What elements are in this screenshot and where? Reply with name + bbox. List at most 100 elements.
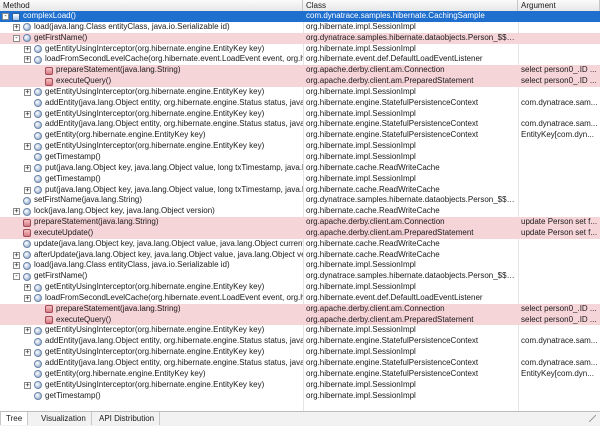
tree-row[interactable]: + loadFromSecondLevelCache(org.hibernate.… [0, 293, 600, 304]
argument-cell [521, 44, 599, 55]
tree-row[interactable]: prepareStatement(java.lang.String) org.ap… [0, 217, 600, 228]
column-header-class[interactable]: Class [303, 0, 518, 11]
tree-row[interactable]: prepareStatement(java.lang.String) org.ap… [0, 303, 600, 315]
tree-row[interactable]: + getEntityUsingInterceptor(org.hibernate… [0, 282, 600, 293]
expand-toggle-icon[interactable]: + [13, 262, 20, 270]
tree-row[interactable]: + getEntityUsingInterceptor(org.hibernate… [0, 44, 600, 55]
tree-row[interactable]: addEntity(java.lang.Object entity, org.h… [0, 98, 600, 109]
tree-row[interactable]: executeQuery() org.apache.derby.client.am… [0, 76, 600, 87]
tab-api-distribution[interactable]: API Distribution [94, 412, 161, 425]
tree-row[interactable]: + put(java.lang.Object key, java.lang.Obj… [0, 163, 600, 174]
column-header-argument[interactable]: Argument [518, 0, 600, 11]
tree-row[interactable]: + getEntityUsingInterceptor(org.hibernate… [0, 380, 600, 391]
expand-toggle-icon[interactable]: + [13, 208, 20, 216]
method-name: addEntity(java.lang.Object entity, org.h… [45, 358, 303, 367]
argument-cell: select person0_.ID ... [521, 303, 597, 313]
expand-toggle-icon[interactable]: + [13, 23, 20, 31]
database-call-icon [45, 66, 53, 75]
tree-row[interactable]: setFirstName(java.lang.String) org.dynatr… [0, 195, 600, 206]
tab-tree[interactable]: Tree [0, 412, 29, 425]
expand-toggle-icon[interactable]: + [24, 381, 31, 389]
class-cell: org.hibernate.event.def.DefaultLoadEvent… [306, 292, 483, 302]
tree-row[interactable]: + afterUpdate(java.lang.Object key, java.… [0, 250, 600, 261]
method-call-icon [34, 131, 42, 140]
argument-cell [521, 11, 599, 22]
method-cell: update(java.lang.Object key, java.lang.O… [0, 239, 303, 250]
method-cell: + getEntityUsingInterceptor(org.hibernate… [0, 109, 303, 120]
argument-cell [521, 260, 599, 271]
tree-row[interactable]: + getEntityUsingInterceptor(org.hibernate… [0, 347, 600, 358]
expand-toggle-icon[interactable]: + [24, 294, 31, 302]
method-name: getFirstName() [34, 271, 88, 281]
method-name: update(java.lang.Object key, java.lang.O… [34, 238, 303, 248]
method-name: getEntityUsingInterceptor(org.hibernate.… [45, 325, 265, 335]
collapse-toggle-icon[interactable]: - [2, 13, 9, 20]
expand-toggle-icon[interactable]: + [24, 88, 31, 96]
method-cell: getTimestamp() [0, 391, 303, 402]
tree-row[interactable]: + loadFromSecondLevelCache(org.hibernate.… [0, 54, 600, 65]
class-cell: org.apache.derby.client.am.PreparedState… [306, 76, 474, 86]
tree-row[interactable]: getEntity(org.hibernate.engine.EntityKey… [0, 369, 600, 380]
tree-row[interactable]: executeQuery() org.apache.derby.client.am… [0, 314, 600, 326]
tree-row[interactable]: - getFirstName() org.dynatrace.samples.hib… [0, 32, 600, 44]
collapse-toggle-icon[interactable]: - [13, 273, 20, 281]
tree-row[interactable]: getEntity(org.hibernate.engine.EntityKey… [0, 130, 600, 141]
tree-row[interactable]: prepareStatement(java.lang.String) org.ap… [0, 65, 600, 77]
argument-cell: select person0_.ID ... [521, 76, 597, 86]
column-header-method[interactable]: Method [0, 0, 303, 11]
method-cell: addEntity(java.lang.Object entity, org.h… [0, 358, 303, 369]
expand-toggle-icon[interactable]: + [24, 327, 31, 335]
expand-toggle-icon[interactable]: + [24, 349, 31, 357]
tree-row[interactable]: executeUpdate() org.apache.derby.client.a… [0, 227, 600, 239]
tree-row[interactable]: + put(java.lang.Object key, java.lang.Obj… [0, 185, 600, 196]
expand-toggle-icon[interactable]: + [24, 143, 31, 151]
tree-row[interactable]: + getEntityUsingInterceptor(org.hibernate… [0, 325, 600, 336]
tree-row[interactable]: + getEntityUsingInterceptor(org.hibernate… [0, 87, 600, 98]
tree-row[interactable]: + load(java.lang.Class entityClass, java.… [0, 22, 600, 33]
method-name: prepareStatement(java.lang.String) [56, 65, 181, 75]
expand-toggle-icon[interactable]: + [24, 110, 31, 118]
method-call-icon [34, 392, 42, 401]
method-name: prepareStatement(java.lang.String) [56, 303, 181, 313]
tree-row[interactable]: getTimestamp() org.hibernate.impl.Session… [0, 391, 600, 402]
method-call-icon [34, 99, 42, 108]
method-name: put(java.lang.Object key, java.lang.Obje… [45, 162, 303, 172]
method-call-icon [34, 45, 42, 54]
method-call-icon [34, 348, 42, 357]
tree-row[interactable]: addEntity(java.lang.Object entity, org.h… [0, 358, 600, 369]
resize-grip-icon[interactable] [589, 415, 596, 422]
tree-row[interactable]: getTimestamp() org.hibernate.impl.Session… [0, 152, 600, 163]
expand-toggle-icon[interactable]: + [24, 164, 31, 172]
tree-row[interactable]: - complexLoad() com.dynatrace.samples.hibe… [0, 11, 600, 22]
tree-row[interactable]: update(java.lang.Object key, java.lang.O… [0, 239, 600, 250]
tree-row[interactable]: + getEntityUsingInterceptor(org.hibernate… [0, 109, 600, 120]
method-call-icon [34, 110, 42, 119]
class-cell: org.hibernate.impl.SessionImpl [306, 347, 416, 357]
tree-row[interactable]: addEntity(java.lang.Object entity, org.h… [0, 336, 600, 347]
argument-cell [521, 87, 599, 98]
class-cell: org.apache.derby.client.am.Connection [306, 217, 445, 227]
tree-row[interactable]: - getFirstName() org.dynatrace.samples.hib… [0, 271, 600, 282]
tab-visualization[interactable]: Visualization [36, 412, 92, 425]
class-cell: org.hibernate.engine.StatefulPersistence… [306, 119, 479, 129]
tree-row[interactable]: + lock(java.lang.Object key, java.lang.Ob… [0, 206, 600, 217]
expand-toggle-icon[interactable]: + [24, 186, 31, 194]
method-call-icon [23, 272, 31, 281]
method-cell: prepareStatement(java.lang.String) [0, 65, 303, 76]
tree-row[interactable]: + load(java.lang.Class entityClass, java.… [0, 260, 600, 271]
class-cell: org.apache.derby.client.am.Connection [306, 65, 445, 75]
tree-row[interactable]: addEntity(java.lang.Object entity, org.h… [0, 119, 600, 130]
method-name: getFirstName() [34, 32, 88, 42]
argument-cell [521, 195, 599, 206]
tree-row[interactable]: getTimestamp() org.hibernate.impl.Session… [0, 174, 600, 185]
method-call-icon [34, 88, 42, 97]
collapse-toggle-icon[interactable]: - [13, 34, 20, 42]
expand-toggle-icon[interactable]: + [24, 56, 31, 64]
tree-row[interactable]: + getEntityUsingInterceptor(org.hibernate… [0, 141, 600, 152]
class-cell: org.hibernate.impl.SessionImpl [306, 379, 416, 389]
expand-toggle-icon[interactable]: + [24, 45, 31, 53]
expand-toggle-icon[interactable]: + [24, 284, 31, 292]
method-cell: + getEntityUsingInterceptor(org.hibernate… [0, 282, 303, 293]
class-cell: com.dynatrace.samples.hibernate.CachingS… [306, 11, 485, 20]
expand-toggle-icon[interactable]: + [13, 251, 20, 259]
